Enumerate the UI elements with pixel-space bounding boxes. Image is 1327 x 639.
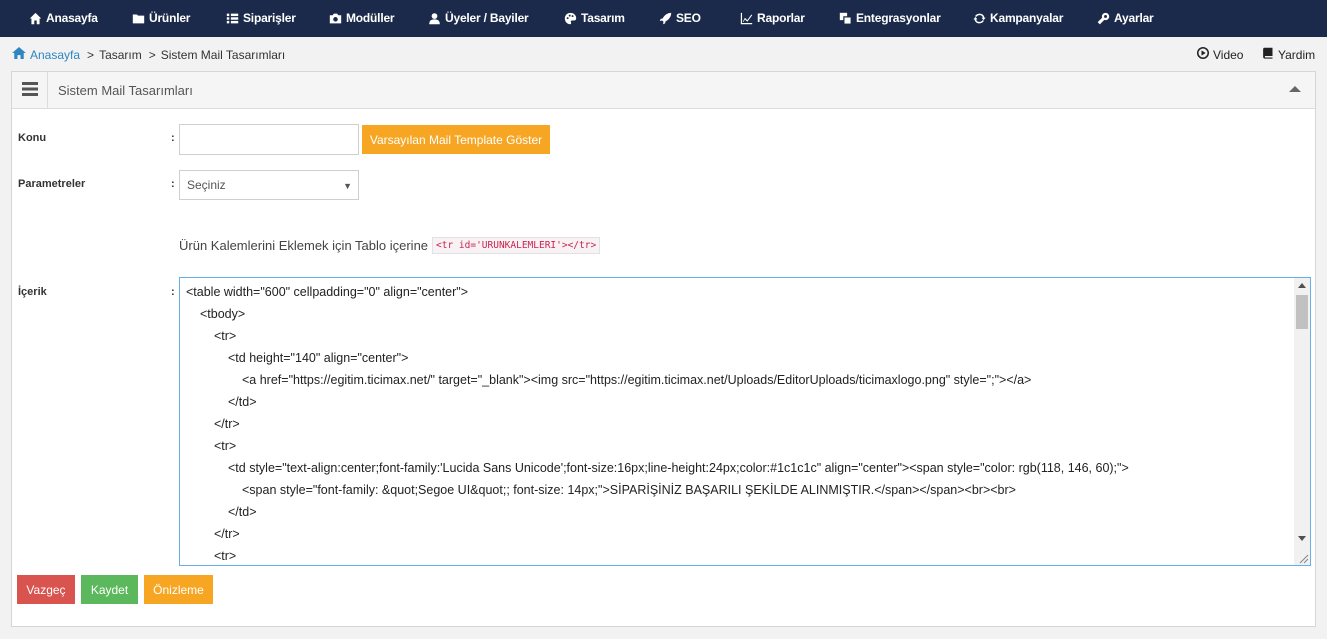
camera-icon <box>328 11 342 25</box>
home-icon[interactable] <box>12 47 26 62</box>
nav-item-raporlar[interactable]: Raporlar <box>739 11 805 25</box>
rocket-icon <box>658 11 672 25</box>
code-line: </td> <box>228 395 257 409</box>
konu-label: Konu <box>18 132 47 144</box>
scroll-down-icon[interactable] <box>1298 536 1306 541</box>
code-line: </td> <box>228 505 257 519</box>
parametreler-select[interactable]: Seçiniz ▼ <box>179 170 359 200</box>
show-default-template-button[interactable]: Varsayılan Mail Template Göster <box>362 125 550 154</box>
home-icon <box>28 11 42 25</box>
mail-template-panel: Sistem Mail Tasarımları Konu : Varsayıla… <box>11 71 1316 627</box>
breadcrumb-separator: > <box>148 47 156 62</box>
icerik-colon: : <box>171 286 175 298</box>
parametreler-label: Parametreler <box>18 178 86 190</box>
code-line: <tbody> <box>200 307 246 321</box>
nav-item-moduller[interactable]: Modüller <box>328 11 395 25</box>
nav-item-seo[interactable]: SEO <box>658 11 701 25</box>
chevron-down-icon: ▼ <box>343 181 352 191</box>
cancel-button[interactable]: Vazgeç <box>17 575 75 604</box>
scroll-up-icon[interactable] <box>1298 283 1306 288</box>
code-line: <tr> <box>214 549 237 563</box>
integration-icon <box>838 11 852 25</box>
panel-header: Sistem Mail Tasarımları <box>12 72 1315 109</box>
hint-code: <tr id='URUNKALEMLERI'></tr> <box>432 237 601 254</box>
breadcrumb: Anasayfa > Tasarım > Sistem Mail Tasarım… <box>12 47 285 62</box>
code-line: <td style="text-align:center;font-family… <box>228 461 1129 475</box>
breadcrumb-item-current: Sistem Mail Tasarımları <box>160 47 286 62</box>
parametreler-colon: : <box>171 178 175 190</box>
nav-item-siparisler[interactable]: Siparişler <box>225 11 296 25</box>
collapse-icon[interactable] <box>1289 86 1301 92</box>
book-icon <box>1262 47 1278 62</box>
nav-item-anasayfa[interactable]: Anasayfa <box>28 11 98 25</box>
users-icon <box>427 11 441 25</box>
panel-title: Sistem Mail Tasarımları <box>58 83 193 98</box>
nav-item-ayarlar[interactable]: Ayarlar <box>1096 11 1154 25</box>
palette-icon <box>563 11 577 25</box>
editor-scrollbar[interactable] <box>1294 278 1310 565</box>
code-line: <span style="font-family: &quot;Segoe UI… <box>242 483 1016 497</box>
preview-button[interactable]: Önizleme <box>144 575 213 604</box>
icerik-label: İçerik <box>18 286 47 298</box>
nav-item-uyeler-bayiler[interactable]: Üyeler / Bayiler <box>427 11 529 25</box>
code-line: </tr> <box>214 527 240 541</box>
code-line: <td height="140" align="center"> <box>228 351 409 365</box>
code-line: <tr> <box>214 439 237 453</box>
code-line: <tr> <box>214 329 237 343</box>
refresh-icon <box>972 11 986 25</box>
wrench-icon <box>1096 11 1110 25</box>
video-link[interactable]: Video <box>1197 47 1243 62</box>
breadcrumb-separator: > <box>87 47 95 62</box>
hamburger-icon <box>21 81 38 99</box>
chart-icon <box>739 11 753 25</box>
table-hint: Ürün Kalemlerini Eklemek için Tablo içer… <box>179 237 601 254</box>
breadcrumb-item-tasarim[interactable]: Tasarım <box>99 48 142 62</box>
resize-handle-icon[interactable] <box>1297 552 1309 564</box>
content-editor[interactable]: <table width="600" cellpadding="0" align… <box>179 277 1311 566</box>
scrollbar-thumb[interactable] <box>1296 295 1308 329</box>
help-link[interactable]: Yardim <box>1262 47 1315 62</box>
play-circle-icon <box>1197 47 1213 62</box>
code-line: <a href="https://egitim.ticimax.net/" ta… <box>242 373 1032 387</box>
folder-icon <box>131 11 145 25</box>
konu-colon: : <box>171 132 175 144</box>
top-navigation: Anasayfa Ürünler Siparişler Modüller Üye… <box>0 0 1327 37</box>
nav-item-urunler[interactable]: Ürünler <box>131 11 190 25</box>
list-icon <box>225 11 239 25</box>
nav-item-entegrasyonlar[interactable]: Entegrasyonlar <box>838 11 941 25</box>
konu-input[interactable] <box>179 124 359 155</box>
nav-item-tasarim[interactable]: Tasarım <box>563 11 625 25</box>
breadcrumb-home-link[interactable]: Anasayfa <box>30 48 80 62</box>
code-line: </tr> <box>214 417 240 431</box>
panel-menu-button[interactable] <box>12 72 48 108</box>
breadcrumb-bar: Anasayfa > Tasarım > Sistem Mail Tasarım… <box>0 37 1327 71</box>
nav-item-kampanyalar[interactable]: Kampanyalar <box>972 11 1063 25</box>
code-line: <table width="600" cellpadding="0" align… <box>186 285 469 299</box>
save-button[interactable]: Kaydet <box>81 575 138 604</box>
